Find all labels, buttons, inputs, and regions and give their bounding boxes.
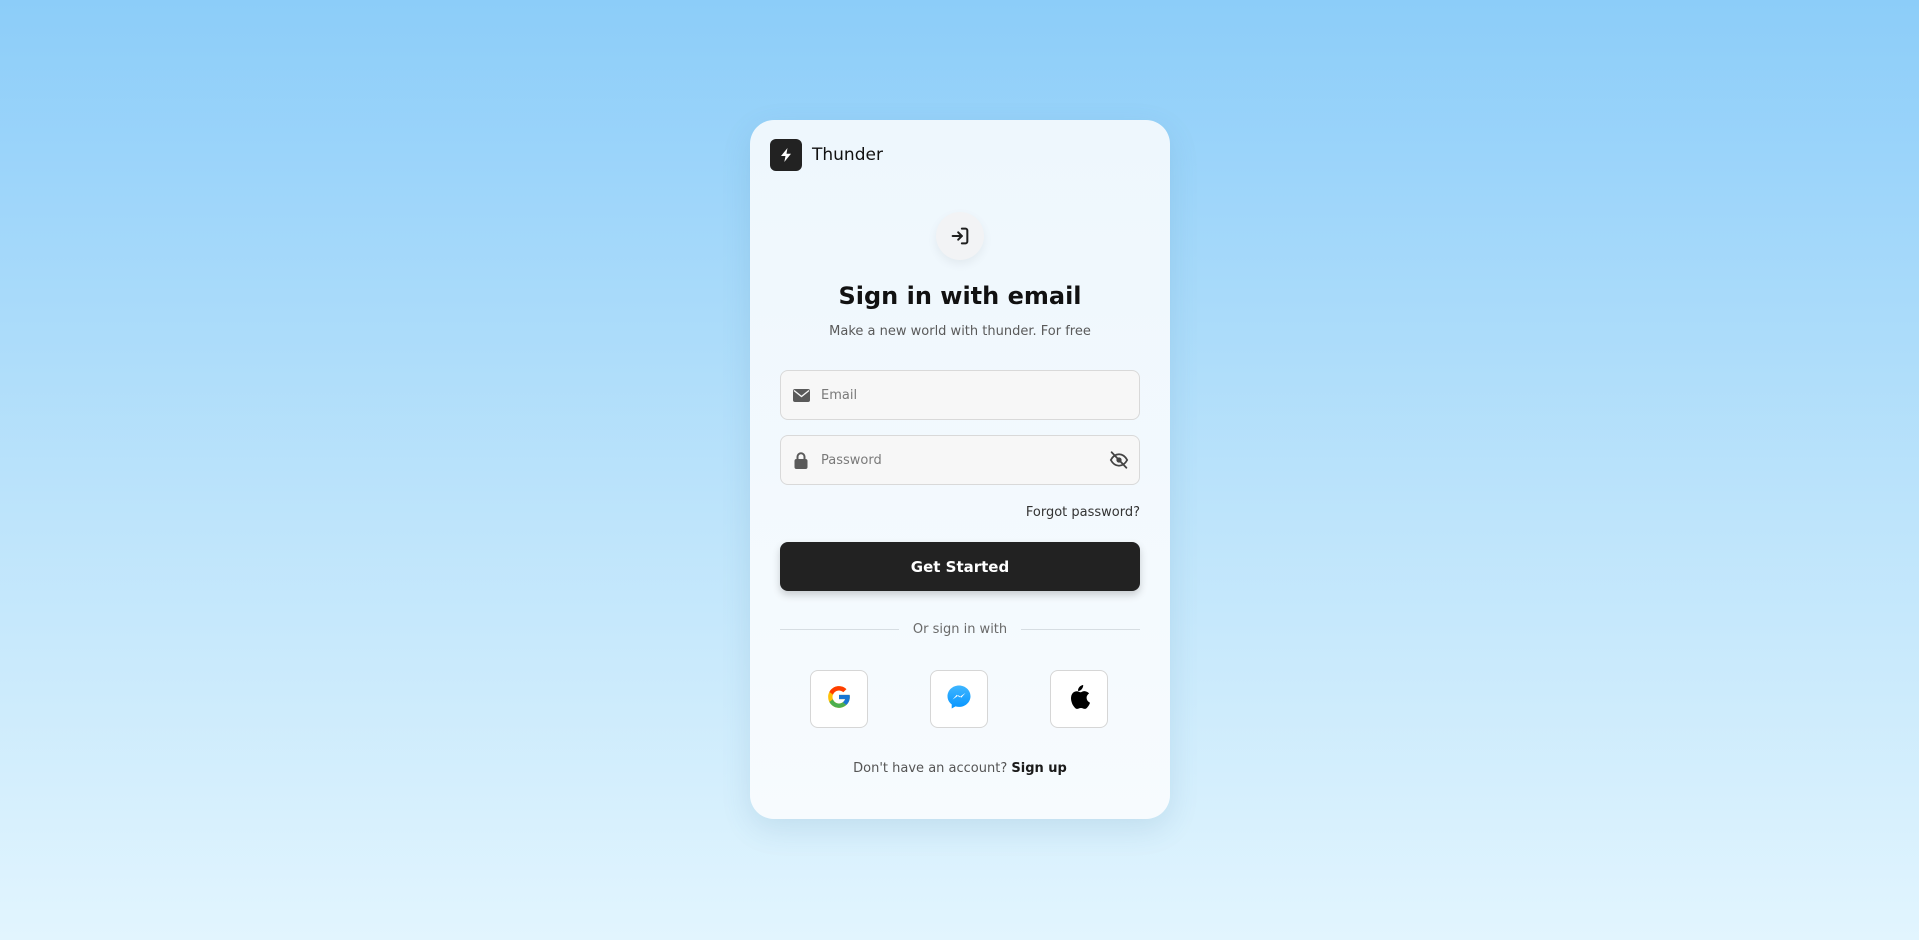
signin-card: Thunder Sign in with email Make a new wo… <box>750 120 1170 819</box>
page-subtitle: Make a new world with thunder. For free <box>829 324 1091 339</box>
get-started-button[interactable]: Get Started <box>780 542 1140 591</box>
google-sign-in-button[interactable] <box>810 670 868 728</box>
email-input[interactable] <box>821 371 1139 419</box>
divider: Or sign in with <box>780 622 1141 637</box>
brand: Thunder <box>770 139 883 171</box>
google-icon <box>826 684 852 714</box>
messenger-icon <box>946 684 972 714</box>
envelope-icon <box>781 371 821 419</box>
signup-prompt: Don't have an account? Sign up <box>750 761 1170 776</box>
lightning-bolt-icon <box>770 139 802 171</box>
sign-up-link[interactable]: Sign up <box>1011 761 1066 776</box>
eye-slash-icon[interactable] <box>1099 436 1139 484</box>
signup-prompt-text: Don't have an account? <box>853 761 1008 776</box>
brand-name: Thunder <box>812 145 883 165</box>
apple-icon <box>1068 684 1090 714</box>
page-title: Sign in with email <box>838 282 1082 310</box>
messenger-sign-in-button[interactable] <box>930 670 988 728</box>
divider-label: Or sign in with <box>912 622 1008 637</box>
password-input[interactable] <box>821 436 1099 484</box>
sign-in-arrow-icon <box>936 212 984 260</box>
apple-sign-in-button[interactable] <box>1050 670 1108 728</box>
divider-line-left <box>780 629 899 630</box>
email-field <box>780 370 1140 420</box>
lock-icon <box>781 436 821 484</box>
password-field <box>780 435 1140 485</box>
divider-line-right <box>1021 629 1141 630</box>
forgot-password-link[interactable]: Forgot password? <box>1026 505 1140 520</box>
